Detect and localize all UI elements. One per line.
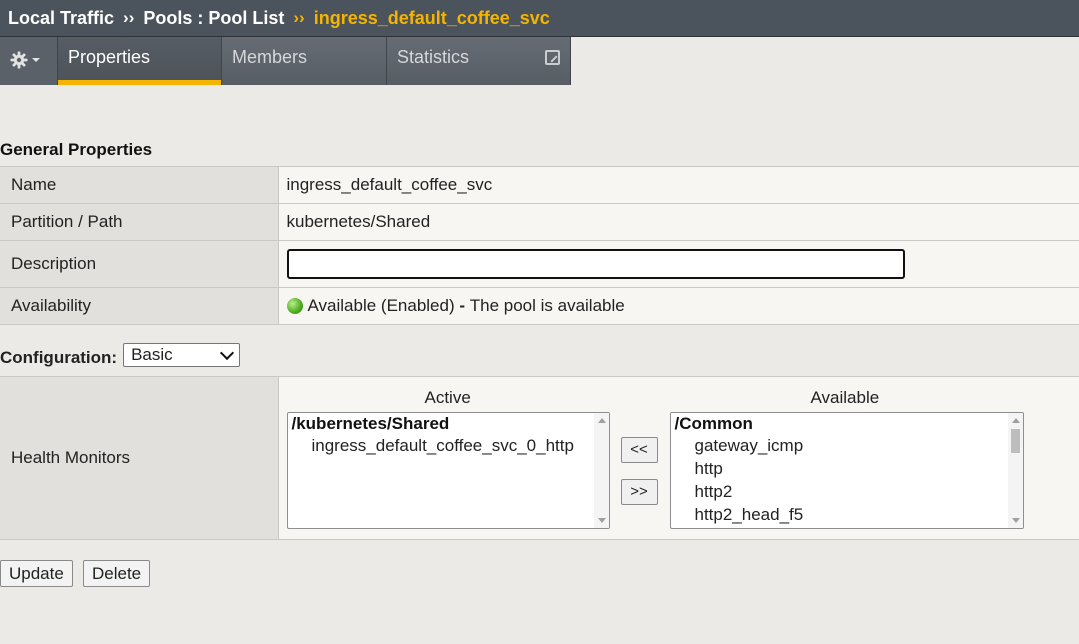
breadcrumb-local-traffic[interactable]: Local Traffic: [8, 8, 114, 29]
configuration-selected: Basic: [131, 345, 173, 364]
availability-status: Available (Enabled): [307, 296, 455, 315]
gear-menu-button[interactable]: [0, 37, 58, 85]
tab-members[interactable]: Members: [222, 37, 387, 85]
tab-label: Statistics: [397, 47, 470, 67]
active-group-label: /kubernetes/Shared: [291, 414, 450, 433]
delete-button[interactable]: Delete: [83, 560, 151, 587]
move-to-available-button[interactable]: >>: [620, 479, 658, 505]
health-monitors-area: Active Available /kubernetes/Shared ingr…: [279, 377, 1079, 539]
health-monitors-cell: Active Available /kubernetes/Shared ingr…: [278, 376, 1079, 540]
name-label: Name: [0, 166, 279, 204]
configuration-select[interactable]: Basic: [123, 343, 241, 367]
move-to-active-button[interactable]: <<: [620, 437, 658, 463]
list-item[interactable]: http: [671, 457, 1023, 480]
breadcrumb-separator: ››: [123, 8, 135, 27]
breadcrumb-current-pool: ingress_default_coffee_svc: [313, 7, 550, 28]
availability-label: Availability: [0, 287, 279, 325]
general-properties-title: General Properties: [0, 140, 153, 159]
chevron-down-icon: [220, 345, 235, 361]
tab-label: Members: [232, 47, 308, 67]
tab-properties[interactable]: Properties: [58, 37, 222, 85]
active-monitors-list[interactable]: /kubernetes/Shared ingress_default_coffe…: [286, 412, 610, 529]
status-green-icon: [286, 298, 303, 314]
active-list-scrollbar[interactable]: [593, 413, 609, 528]
breadcrumb: Local Traffic ›› Pools : Pool List ›› in…: [0, 0, 1079, 37]
list-item[interactable]: http2: [671, 480, 1023, 503]
description-label: Description: [0, 240, 279, 288]
available-list-scrollbar[interactable]: [1007, 413, 1023, 528]
tab-statistics[interactable]: Statistics: [387, 37, 571, 85]
availability-dash: -: [454, 296, 470, 315]
tab-label: Properties: [68, 47, 151, 67]
list-item[interactable]: http2_head_f5: [671, 503, 1023, 526]
scroll-up-icon[interactable]: [1011, 418, 1020, 423]
active-title: Active: [424, 388, 471, 407]
table-row: Health Monitors Active Available /kubern…: [0, 376, 1079, 540]
availability-message: The pool is available: [469, 296, 625, 315]
scroll-down-icon[interactable]: [1011, 518, 1020, 523]
partition-value: kubernetes/Shared: [278, 203, 1079, 241]
gear-icon: [10, 51, 40, 69]
tab-bar: Properties Members Statistics: [0, 37, 571, 85]
available-title: Available: [810, 388, 880, 407]
configuration-row: Configuration: Basic: [0, 342, 241, 368]
name-value: ingress_default_coffee_svc: [278, 166, 1079, 204]
availability-value: Available (Enabled) - The pool is availa…: [278, 287, 1079, 325]
available-monitors-list[interactable]: /Common gateway_icmp http http2 http2_he…: [669, 412, 1024, 529]
scroll-up-icon[interactable]: [597, 418, 606, 423]
table-row: Availability Available (Enabled) - The p…: [0, 287, 1079, 325]
popout-icon[interactable]: [545, 50, 560, 65]
list-item[interactable]: gateway_icmp: [671, 434, 1023, 457]
table-row: Name ingress_default_coffee_svc: [0, 166, 1079, 204]
health-monitors-label: Health Monitors: [0, 376, 279, 540]
general-properties-table: Name ingress_default_coffee_svc Partitio…: [0, 166, 1079, 325]
scroll-thumb[interactable]: [1010, 429, 1020, 453]
breadcrumb-separator: ››: [293, 8, 305, 27]
health-monitors-table: Health Monitors Active Available /kubern…: [0, 376, 1079, 540]
table-row: Partition / Path kubernetes/Shared: [0, 203, 1079, 241]
scroll-down-icon[interactable]: [597, 518, 606, 523]
partition-label: Partition / Path: [0, 203, 279, 241]
configuration-label: Configuration:: [0, 348, 118, 367]
update-button[interactable]: Update: [0, 560, 73, 587]
list-item[interactable]: ingress_default_coffee_svc_0_http: [288, 434, 609, 457]
description-cell: [278, 240, 1079, 288]
table-row: Description: [0, 240, 1079, 288]
description-input[interactable]: [286, 249, 905, 279]
available-group-label: /Common: [674, 414, 753, 433]
breadcrumb-pool-list[interactable]: Pools : Pool List: [143, 8, 284, 29]
